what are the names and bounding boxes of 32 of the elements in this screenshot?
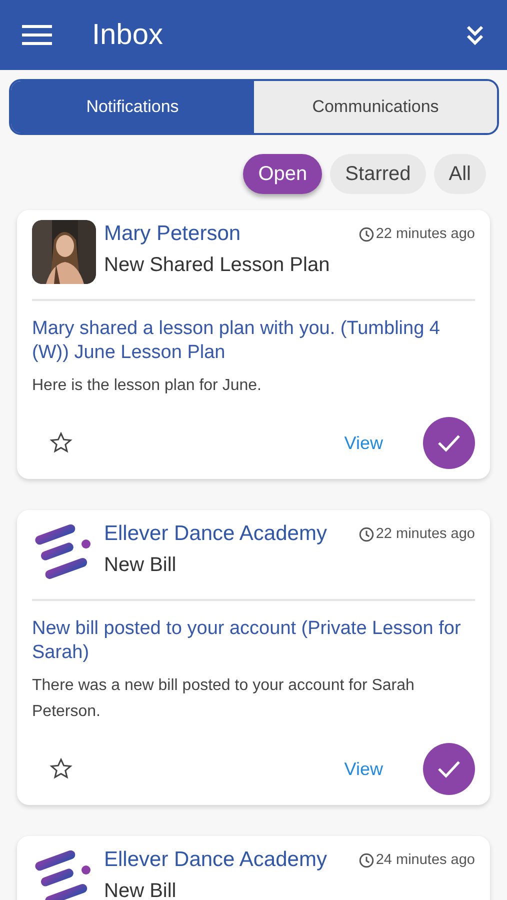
notification-subject: New Bill — [104, 554, 178, 577]
star-icon[interactable] — [49, 431, 73, 455]
clock-icon — [358, 226, 374, 242]
sender-name: Ellever Dance Academy — [104, 522, 328, 546]
timestamp: 24 minutes ago — [376, 852, 475, 868]
filter-chip[interactable]: All — [434, 154, 486, 194]
notification-body: There was a new bill posted to your account for Sarah Peterson. — [32, 676, 416, 722]
notification-message: Mary shared a lesson plan with you. (Tumbling 4 (W)) June Lesson Plan — [32, 317, 441, 365]
filter-chip[interactable]: Open — [243, 154, 322, 194]
tab[interactable]: Notifications — [11, 81, 254, 133]
filter-chip[interactable]: Starred — [330, 154, 426, 194]
clock-icon — [358, 526, 374, 542]
notification-subject: New Bill — [104, 880, 178, 900]
star-icon[interactable] — [49, 757, 73, 781]
timestamp: 22 minutes ago — [376, 226, 475, 242]
notification-body: Here is the lesson plan for June. — [32, 376, 262, 396]
notification-message: New bill posted to your account (Private Lesson for Sarah) — [32, 617, 462, 665]
clock-icon — [358, 852, 374, 868]
mark-done-button[interactable] — [423, 743, 475, 795]
sender-name: Mary Peterson — [104, 222, 242, 246]
tab[interactable]: Communications — [254, 81, 497, 133]
sender-name: Ellever Dance Academy — [104, 848, 328, 872]
check-icon — [436, 433, 462, 453]
view-link[interactable]: View — [344, 758, 383, 780]
timestamp: 22 minutes ago — [376, 526, 475, 542]
notification-subject: New Shared Lesson Plan — [104, 254, 331, 277]
double-chevron-icon[interactable] — [465, 24, 485, 46]
view-link[interactable]: View — [344, 432, 383, 454]
screen-title: Inbox — [92, 18, 164, 52]
check-icon — [436, 759, 462, 779]
mark-done-button[interactable] — [423, 417, 475, 469]
menu-icon[interactable] — [22, 24, 52, 46]
